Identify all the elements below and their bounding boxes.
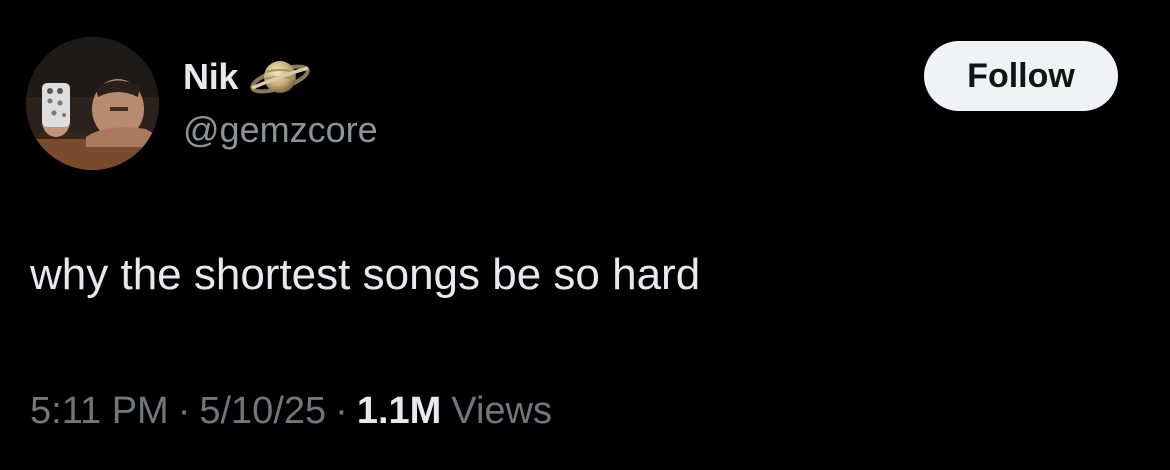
views-count[interactable]: 1.1M [357,390,441,433]
avatar[interactable] [26,37,159,170]
tweet-date[interactable]: 5/10/25 [199,390,326,433]
follow-button[interactable]: Follow [924,41,1118,111]
tweet-text: why the shortest songs be so hard [30,250,701,299]
meta-separator: · [177,390,191,432]
author-name-row: Nik [183,52,312,102]
avatar-image [26,37,159,170]
tweet-meta: 5:11 PM · 5/10/25 · 1.1M Views [30,390,552,433]
author-display-name[interactable]: Nik [183,56,238,98]
author-handle[interactable]: @gemzcore [183,109,378,151]
tweet-time[interactable]: 5:11 PM [30,390,169,433]
saturn-planet-icon [248,52,312,102]
tweet-card: Nik @gemzcore Follow why the shortest so [0,0,1170,470]
views-label[interactable]: Views [451,390,552,433]
meta-separator: · [335,390,348,432]
